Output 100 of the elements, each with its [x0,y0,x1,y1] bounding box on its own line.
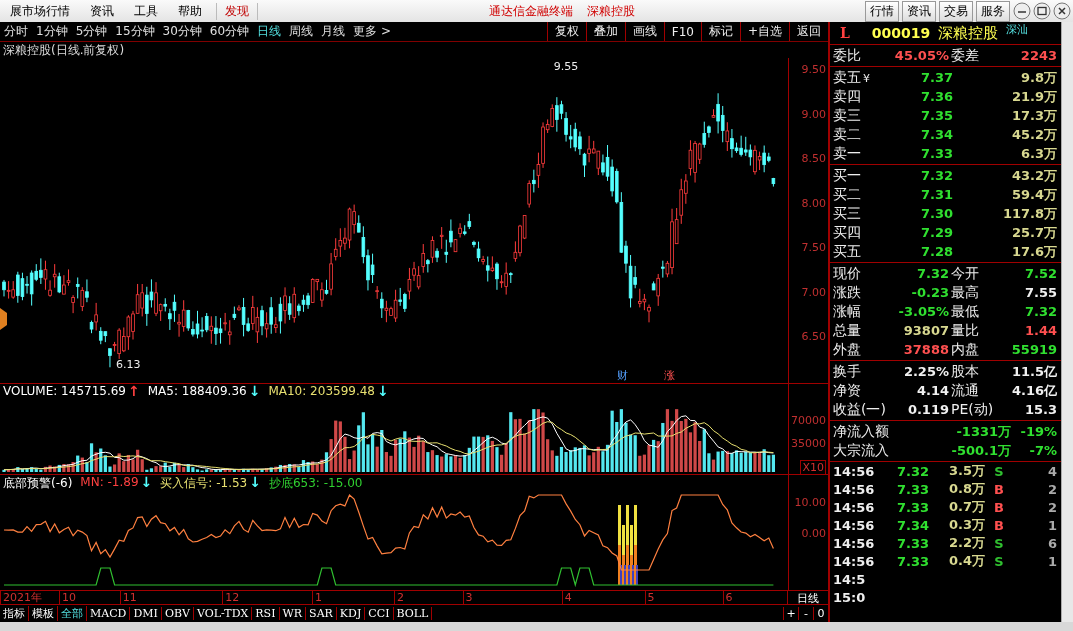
field-label: 委比 [833,46,862,65]
trend-arrow: ↓ [249,475,261,493]
field-value: 7.55 [1023,285,1058,300]
trade-price: 7.33 [895,535,929,551]
date-axis-label: 6 [722,591,733,605]
indicator-tab[interactable]: 指标 [0,606,29,622]
trade-side: B [993,517,1005,533]
period-tab[interactable]: 1分钟 [32,23,72,41]
trade-time: 14:5 [833,571,867,587]
trade-volume: 3.5万 [947,462,985,480]
trade-count: 2 [1047,481,1058,497]
indicator-tab[interactable]: MACD [87,607,131,621]
date-axis-label: 1 [312,591,323,605]
order-volume: 45.2万 [1010,125,1058,144]
legend-item: VOLUME: 145715.69 [3,384,126,399]
order-level-label: 买一 [833,166,862,185]
order-level-label: 卖一 [833,144,862,163]
order-price: 7.30 [919,206,953,221]
field-label: PE(动) [950,400,995,419]
trade-price: 7.33 [895,499,929,515]
field-label: 流通 [950,381,980,400]
trade-volume: 0.7万 [947,498,985,516]
menu-item[interactable]: 发现 [216,2,258,20]
period-tab[interactable]: 30分钟 [158,23,206,41]
event-marker[interactable]: 财 [617,368,628,384]
toolbar-button[interactable]: 行情 [865,0,899,22]
minimize-icon[interactable] [1013,2,1031,20]
field-value: 93807 [902,323,949,338]
field-value: -0.23 [910,285,949,300]
period-tab[interactable]: 60分钟 [205,23,254,41]
indicator-tab[interactable]: SAR [306,607,337,621]
unit-label: X10 [800,460,826,476]
indicator-tab[interactable]: BOLL [393,607,433,621]
event-marker[interactable]: 涨 [664,368,675,384]
menu-item[interactable]: 帮助 [168,2,212,20]
order-level-label: 买三 [833,204,862,223]
order-price: 7.37 [919,70,953,85]
field-value: 7.52 [1023,266,1058,281]
price-axis-label: 9.00 [801,107,826,121]
toolbar-button[interactable]: 资讯 [902,0,936,22]
stock-code: 000019 [871,25,931,41]
field-label: 最高 [950,283,980,302]
indicator-tab[interactable]: 模板 [29,606,58,622]
indicator-tab[interactable]: OBV [161,607,194,621]
price-axis-label: 8.50 [801,152,826,166]
date-axis-label: 2 [394,591,404,605]
field-label: 内盘 [950,340,980,359]
menu-item[interactable]: 资讯 [80,2,124,20]
date-axis-label: 11 [119,591,137,605]
period-tab[interactable]: 分时 [0,23,32,41]
period-tab[interactable]: 更多 > [349,23,395,41]
zoom-button[interactable]: + [783,607,798,621]
toolbar-button[interactable]: 服务 [976,0,1010,22]
maximize-icon[interactable] [1033,2,1051,20]
toolbar-button[interactable]: 交易 [939,0,973,22]
period-tab[interactable]: 日线 [253,23,286,41]
field-value: 4.16亿 [1010,381,1058,400]
trend-arrow: ↓ [248,384,261,399]
legend-item: MA10: 203599.48 [268,384,375,399]
market-letter: L [840,25,850,41]
trade-side: B [993,499,1005,515]
trade-price: 7.32 [895,463,929,479]
zoom-button[interactable]: - [798,607,813,621]
date-axis-label: 3 [462,591,473,605]
field-label: 收益(一) [833,400,887,419]
trade-volume: 2.2万 [947,534,985,552]
period-tab[interactable]: 月线 [317,23,350,41]
zoom-button[interactable]: 0 [813,607,828,621]
trade-side: S [993,535,1005,551]
collapse-handle-icon[interactable] [0,308,7,331]
trade-time: 14:56 [833,535,876,551]
period-tab[interactable]: 5分钟 [71,23,112,41]
flow-percent: -7% [1028,443,1058,458]
period-tab[interactable]: 15分钟 [111,23,159,41]
indicator-tab[interactable]: RSI [252,607,280,621]
order-volume: 117.8万 [1001,204,1058,223]
field-label: 净资 [833,381,862,400]
indicator-tab[interactable]: 全部 [58,606,87,622]
field-value: 2.25% [902,364,949,379]
indicator-tab[interactable]: WR [279,607,307,621]
trade-time: 14:56 [833,517,876,533]
trade-time: 14:56 [833,463,876,479]
order-price: 7.33 [919,146,953,161]
flow-amount: -1331万 [955,422,1012,441]
menu-item[interactable]: 展市场行情 [0,2,80,20]
close-icon[interactable] [1053,2,1071,20]
field-value: 45.05% [893,48,949,63]
low-price-label: 6.13 [115,358,141,372]
trade-time: 14:56 [833,499,876,515]
order-level-label: 卖二 [833,125,862,144]
order-price: 7.28 [919,244,953,259]
indicator-tab[interactable]: VOL-TDX [193,607,253,621]
trade-count: 1 [1047,517,1058,533]
indicator-tab[interactable]: CCI [365,607,394,621]
menu-item[interactable]: 工具 [124,2,168,20]
indicator-tab[interactable]: DMI [130,607,162,621]
period-tab[interactable]: 周线 [285,23,318,41]
date-axis-label: 2021年 [0,591,42,605]
price-axis-label: 9.50 [801,63,826,77]
indicator-tab[interactable]: KDJ [336,607,366,621]
